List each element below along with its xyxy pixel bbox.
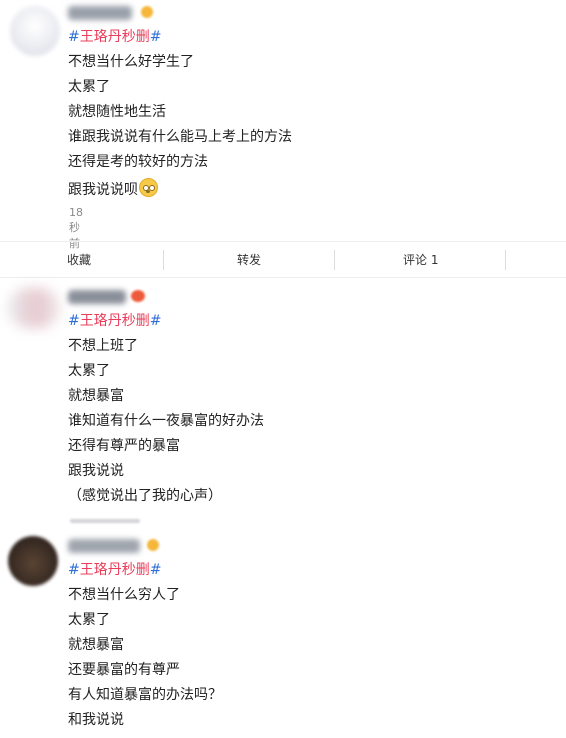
post-text-line: 不想当什么好学生了: [68, 54, 194, 70]
post-text-line: 和我说说: [68, 712, 124, 728]
action-divider: [163, 250, 164, 270]
post-text-line: 太累了: [68, 363, 110, 379]
topic-hashtag[interactable]: #王珞丹秒删#: [68, 561, 161, 579]
username-blurred[interactable]: [68, 6, 132, 20]
action-divider: [505, 250, 506, 270]
comment-button[interactable]: 评论 1: [403, 247, 438, 273]
user-avatar[interactable]: [8, 536, 58, 586]
post-text-line: 还要暴富的有尊严: [68, 662, 180, 678]
post-text-line: （感觉说出了我的心声）: [68, 488, 222, 504]
repost-button[interactable]: 转发: [237, 247, 261, 273]
post-text-line: 跟我说说: [68, 463, 124, 479]
cropped-content-fragment: [70, 519, 140, 523]
post-text-line: 谁知道有什么一夜暴富的好办法: [68, 413, 264, 429]
post-text-line: 不想上班了: [68, 338, 138, 354]
topic-hashtag[interactable]: #王珞丹秒删#: [68, 312, 161, 330]
username-blurred[interactable]: [68, 290, 126, 304]
user-avatar[interactable]: [10, 6, 60, 56]
verified-badge-icon: [147, 539, 159, 551]
divider: [0, 277, 566, 278]
post-text-line: 就想暴富: [68, 637, 124, 653]
post-text-line-with-emoji: 跟我说说呗: [68, 178, 158, 199]
member-badge-icon: [131, 290, 145, 302]
username-blurred[interactable]: [68, 539, 140, 553]
topic-hashtag[interactable]: #王珞丹秒删#: [68, 28, 161, 46]
post-text-line: 太累了: [68, 612, 110, 628]
verified-badge-icon: [141, 6, 153, 18]
post-text-line: 有人知道暴富的办法吗？: [68, 687, 222, 703]
post-text-line: 还得是考的较好的方法: [68, 154, 208, 170]
post-text-line: 谁跟我说说有什么能马上考上的方法: [68, 129, 292, 145]
post-text-line: 就想暴富: [68, 388, 124, 404]
action-divider: [334, 250, 335, 270]
action-bar: 收藏 转发 评论 1: [0, 247, 566, 273]
post-text-line: 还得有尊严的暴富: [68, 438, 180, 454]
blushing-face-emoji-icon: [139, 178, 158, 197]
collect-button[interactable]: 收藏: [67, 247, 91, 273]
divider: [0, 241, 566, 242]
post-text-line: 就想随性地生活: [68, 104, 166, 120]
post-timestamp: 18秒前: [69, 206, 83, 250]
post-text-line: 太累了: [68, 79, 110, 95]
post-text: 跟我说说呗: [68, 182, 138, 198]
user-avatar[interactable]: [8, 288, 60, 328]
post-text-line: 不想当什么穷人了: [68, 587, 180, 603]
